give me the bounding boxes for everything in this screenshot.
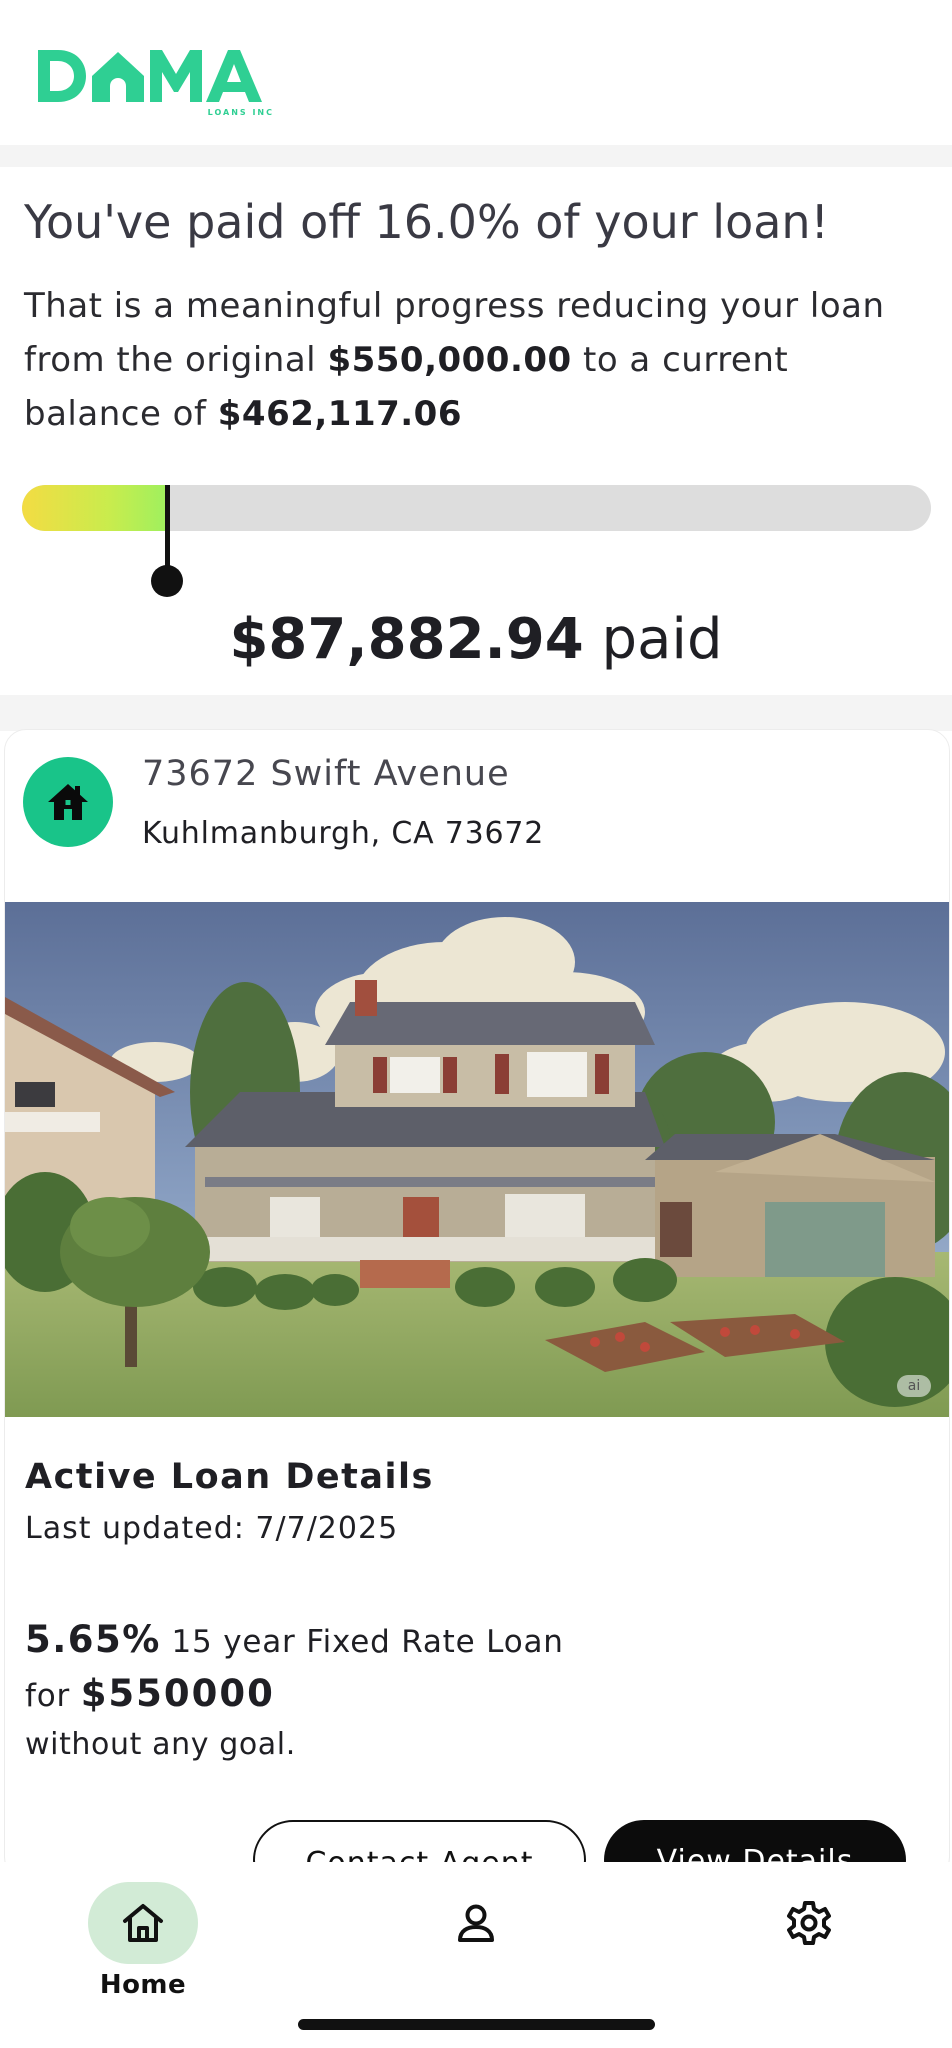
loan-for-label: for: [25, 1678, 81, 1714]
progress-marker-line: [165, 485, 170, 573]
loan-amount: $550000: [80, 1672, 275, 1715]
nav-profile[interactable]: [421, 1882, 531, 1964]
loan-progress-section: You've paid off 16.0% of your loan! That…: [0, 167, 952, 695]
nav-profile-button[interactable]: [421, 1882, 531, 1964]
screen: LOANS INC You've paid off 16.0% of your …: [0, 0, 952, 2048]
loan-term: 15 year Fixed Rate Loan: [160, 1624, 564, 1660]
settings-gear-icon: [787, 1901, 831, 1945]
progress-bar-fill: [22, 485, 167, 531]
home-icon: [23, 757, 113, 847]
original-amount: $550,000.00: [327, 340, 572, 380]
app-header: LOANS INC: [0, 0, 952, 145]
house-photo: ai: [5, 902, 949, 1417]
home-glyph: [48, 784, 88, 820]
home-icon: [123, 1904, 163, 1942]
loan-last-updated: Last updated: 7/7/2025: [25, 1511, 399, 1546]
house-illustration: [5, 902, 949, 1417]
header-divider: [0, 145, 952, 167]
profile-icon: [458, 1904, 494, 1942]
progress-headline: You've paid off 16.0% of your loan!: [24, 195, 829, 249]
paid-amount: $87,882.94: [229, 607, 584, 672]
property-card[interactable]: 73672 Swift Avenue Kuhlmanburgh, CA 7367…: [4, 729, 950, 1879]
nav-settings-button[interactable]: [754, 1882, 864, 1964]
address-line2: Kuhlmanburgh, CA 73672: [142, 816, 545, 851]
loan-rate: 5.65%: [25, 1618, 161, 1661]
current-balance: $462,117.06: [217, 394, 462, 434]
brand-logo[interactable]: LOANS INC: [36, 46, 276, 120]
loan-goal: without any goal.: [25, 1727, 296, 1762]
home-indicator[interactable]: [298, 2019, 655, 2030]
progress-marker-dot: [151, 565, 183, 597]
address-line1: 73672 Swift Avenue: [142, 754, 510, 794]
paid-suffix: paid: [583, 607, 723, 672]
loan-details-title: Active Loan Details: [25, 1457, 434, 1497]
brand-subtitle: LOANS INC: [207, 108, 274, 117]
section-gap: [0, 695, 952, 731]
nav-home-pill[interactable]: [88, 1882, 198, 1964]
nav-settings[interactable]: [754, 1882, 864, 1964]
progress-bar-track: [22, 485, 931, 531]
nav-home[interactable]: Home: [88, 1882, 198, 2000]
nav-home-label: Home: [99, 1970, 187, 2000]
progress-description: That is a meaningful progress reducing y…: [24, 279, 924, 441]
loan-rate-line: 5.65% 15 year Fixed Rate Loan: [25, 1618, 564, 1661]
ai-generated-badge: ai: [897, 1375, 931, 1397]
loan-amount-line: for $550000: [25, 1672, 275, 1715]
paid-amount-line: $87,882.94 paid: [0, 607, 952, 672]
